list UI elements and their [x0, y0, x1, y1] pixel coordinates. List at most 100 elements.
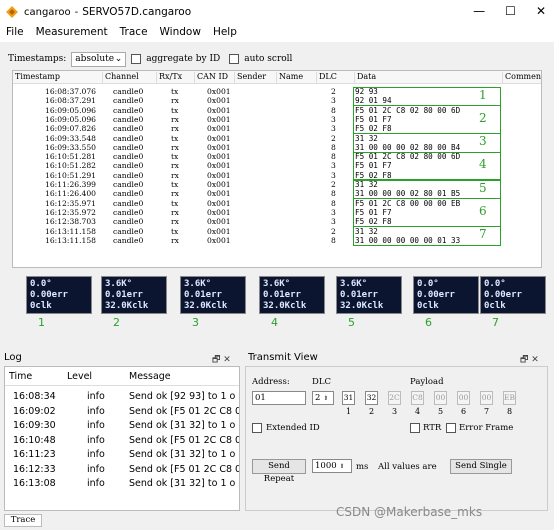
rxtx-cell: tx: [171, 87, 179, 96]
col-timestamp[interactable]: Timestamp: [13, 72, 103, 84]
payload-byte-input[interactable]: EB: [503, 391, 516, 405]
rxtx-cell: rx: [171, 189, 179, 199]
col-rxtx[interactable]: Rx/Tx: [157, 72, 195, 84]
dlc-cell: 3: [331, 170, 336, 180]
trace-table[interactable]: Timestamp Channel Rx/Tx CAN ID Sender Na…: [12, 70, 542, 268]
watermark: CSDN @Makerbase_mks: [336, 505, 483, 519]
canid-cell: 0x001: [207, 161, 231, 171]
payload-byte-input[interactable]: 31: [342, 391, 355, 405]
channel-cell: candle0: [113, 142, 144, 152]
trace-tab[interactable]: Trace: [4, 514, 42, 527]
rxtx-cell: tx: [171, 105, 179, 115]
payload-byte-input[interactable]: C8: [411, 391, 424, 405]
group-number: 5: [479, 180, 487, 195]
canid-cell: 0x001: [207, 124, 231, 134]
log-panel-title: Log: [4, 352, 22, 363]
timestamps-select[interactable]: absolute ⌄: [71, 51, 127, 67]
rtr-label: RTR: [423, 423, 442, 433]
channel-cell: candle0: [113, 114, 144, 124]
menu-bar: File Measurement Trace Window Help: [0, 24, 554, 42]
log-message-cell: Send ok [31 32] to 1 o: [129, 420, 236, 431]
display-number: 7: [492, 316, 499, 329]
error-frame-checkbox[interactable]: [446, 423, 456, 433]
rxtx-cell: rx: [171, 124, 179, 134]
dlc-cell: 2: [331, 226, 336, 236]
col-dlc[interactable]: DLC: [317, 72, 355, 84]
address-input[interactable]: 01: [252, 391, 306, 405]
minimize-icon[interactable]: —: [473, 4, 485, 18]
dlc-cell: 3: [331, 124, 336, 134]
log-col-time[interactable]: Time: [9, 371, 32, 382]
col-canid[interactable]: CAN ID: [195, 72, 235, 84]
dlc-cell: 3: [331, 114, 336, 124]
channel-cell: candle0: [113, 189, 144, 199]
display-number: 4: [271, 316, 278, 329]
trace-toolbar: Timestamps: absolute ⌄ aggregate by ID a…: [8, 50, 292, 68]
channel-cell: candle0: [113, 133, 144, 143]
col-channel[interactable]: Channel: [103, 72, 157, 84]
log-level-cell: info: [87, 463, 105, 475]
timestamp-cell: 16:09:33.550: [45, 142, 97, 152]
error-frame-label: Error Frame: [459, 423, 514, 433]
log-col-level[interactable]: Level: [67, 371, 92, 382]
timestamp-cell: 16:09:07.826: [45, 124, 97, 134]
payload-index-label: 2: [369, 407, 375, 416]
canid-cell: 0x001: [207, 142, 231, 152]
dlc-cell: 3: [331, 96, 336, 106]
chevron-down-icon: ⌄: [114, 54, 123, 64]
log-level-cell: info: [87, 449, 105, 460]
canid-cell: 0x001: [207, 189, 231, 199]
maximize-icon[interactable]: ☐: [505, 4, 516, 18]
repeat-interval-spinbox[interactable]: 1000 ⇕: [312, 459, 352, 473]
autoscroll-checkbox[interactable]: [229, 54, 240, 64]
col-name[interactable]: Name: [277, 72, 317, 84]
payload-byte-input[interactable]: 00: [480, 391, 493, 405]
menu-window[interactable]: Window: [154, 24, 207, 42]
send-single-button[interactable]: Send Single: [450, 459, 512, 474]
dlc-spinbox[interactable]: 2 ⇕: [312, 391, 334, 405]
col-comment[interactable]: Comment: [503, 72, 541, 84]
menu-file[interactable]: File: [0, 24, 30, 42]
col-data[interactable]: Data: [355, 72, 503, 84]
timestamp-cell: 16:13:11.158: [45, 235, 97, 245]
extended-id-checkbox[interactable]: [252, 423, 262, 433]
timestamp-cell: 16:13:11.158: [45, 226, 97, 236]
rtr-checkbox[interactable]: [410, 423, 420, 433]
transmit-panel-title: Transmit View: [248, 352, 318, 363]
timestamp-cell: 16:11:26.399: [45, 180, 97, 189]
payload-byte-input[interactable]: 32: [365, 391, 378, 405]
menu-help[interactable]: Help: [207, 24, 243, 42]
aggregate-checkbox[interactable]: [131, 54, 142, 64]
payload-byte-input[interactable]: 00: [434, 391, 447, 405]
timestamp-cell: 16:12:35.972: [45, 207, 97, 217]
canid-cell: 0x001: [207, 114, 231, 124]
cangaroo-logo-icon: [6, 6, 18, 18]
log-time-cell: 16:09:30: [13, 420, 56, 431]
channel-cell: candle0: [113, 105, 144, 115]
spin-arrows-icon: ⇕: [323, 395, 329, 402]
log-col-message[interactable]: Message: [129, 371, 171, 382]
send-repeat-button[interactable]: Send Repeat: [252, 459, 306, 484]
menu-trace[interactable]: Trace: [114, 24, 154, 42]
autoscroll-label: auto scroll: [244, 54, 293, 64]
timestamp-cell: 16:10:51.291: [45, 170, 97, 180]
col-sender[interactable]: Sender: [235, 72, 277, 84]
log-message-cell: Send ok [F5 01 2C C8 0: [129, 434, 240, 446]
payload-byte-input[interactable]: 00: [457, 391, 470, 405]
display-number: 5: [348, 316, 355, 329]
rxtx-cell: tx: [171, 152, 179, 162]
menu-measurement[interactable]: Measurement: [30, 24, 114, 42]
display-line: 0.0°: [484, 279, 506, 289]
payload-byte-input[interactable]: 2C: [388, 391, 401, 405]
ms-label: ms: [356, 462, 369, 472]
close-icon[interactable]: ✕: [536, 4, 546, 18]
log-panel[interactable]: Time Level Message 16:08:34 info Send ok […: [4, 366, 240, 511]
channel-cell: candle0: [113, 124, 144, 134]
dlc-cell: 8: [331, 152, 336, 162]
motor-display-photo: 3.6K° 0.01err 32.0Kclk: [101, 276, 167, 314]
dlc-cell: 2: [331, 87, 336, 96]
rxtx-cell: rx: [171, 142, 179, 152]
motor-display-photo: 0.0° 0.00err 0clk: [480, 276, 546, 314]
display-number: 1: [38, 316, 45, 329]
log-message-cell: Send ok [F5 01 2C C8 0: [129, 463, 240, 475]
